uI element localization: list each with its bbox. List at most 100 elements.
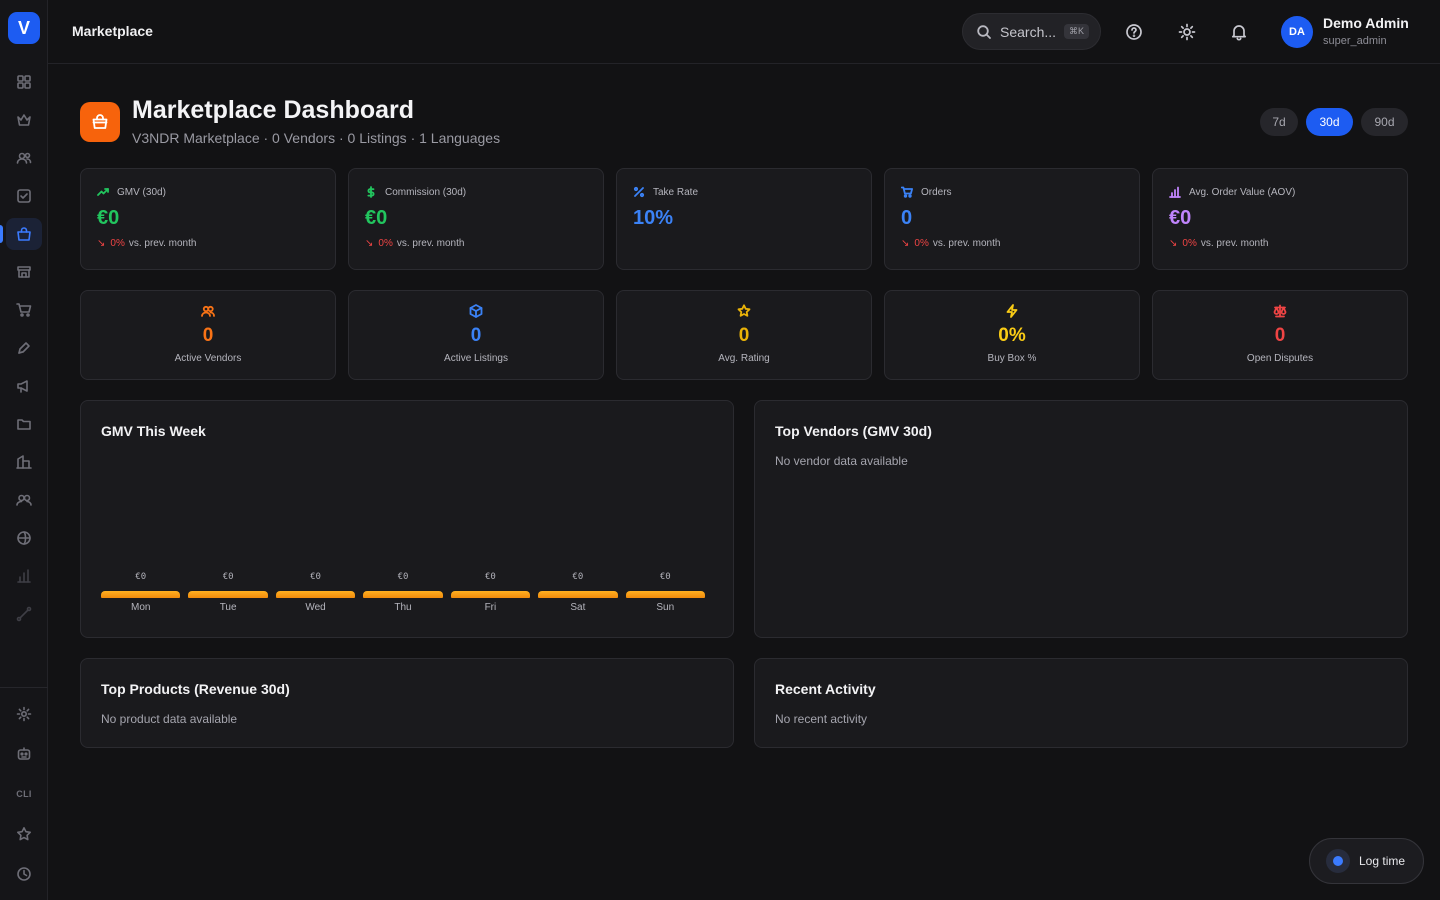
folder-icon (17, 419, 31, 430)
nav-favorites[interactable] (6, 818, 42, 850)
empty-state: No vendor data available (775, 454, 908, 468)
users-icon (201, 305, 215, 317)
app-logo[interactable]: V (8, 12, 40, 44)
robot-icon (17, 747, 31, 760)
log-time-label: Log time (1359, 854, 1406, 868)
bar-value-label: €0 (659, 572, 671, 582)
trend-down-icon: ↘ (365, 238, 374, 249)
x-tick-label: Wed (305, 602, 326, 613)
nav-marketplace[interactable] (6, 218, 42, 250)
nav-users[interactable] (6, 142, 42, 174)
kpi-label: Avg. Order Value (AOV) (1189, 186, 1296, 198)
nav-globe[interactable] (6, 522, 42, 554)
nav-files[interactable] (6, 408, 42, 440)
range-90d-button[interactable]: 90d (1361, 108, 1408, 136)
kpi-card-take-rate: Take Rate 10% (616, 168, 872, 270)
x-tick-label: Tue (219, 602, 237, 613)
grid-icon (17, 75, 31, 89)
nav-dashboard[interactable] (6, 66, 42, 98)
notifications-button[interactable] (1228, 21, 1250, 43)
sun-icon (1178, 23, 1196, 41)
search-shortcut: ⌘K (1064, 24, 1090, 39)
nav-routes[interactable] (6, 598, 42, 630)
kpi-card-orders: Orders 0 ↘ 0% vs. prev. month (884, 168, 1140, 270)
top-products-panel: Top Products (Revenue 30d) No product da… (80, 658, 734, 748)
panel-title: Top Vendors (GMV 30d) (775, 423, 932, 439)
building-icon (16, 455, 32, 469)
page-subtitle: V3NDR Marketplace · 0 Vendors · 0 Listin… (132, 130, 501, 146)
chart-bar (101, 591, 181, 598)
bar-chart-icon (17, 569, 31, 583)
nav-settings[interactable] (6, 698, 42, 730)
kpi-value: 10% (633, 207, 674, 229)
log-time-button[interactable]: Log time (1309, 838, 1424, 884)
clock-icon (17, 867, 31, 881)
nav-cli[interactable]: CLI (6, 778, 42, 810)
bell-icon (1231, 25, 1247, 41)
help-button[interactable] (1123, 21, 1145, 43)
bar-value-label: €0 (310, 572, 321, 582)
check-square-icon (17, 189, 31, 203)
nav-company[interactable] (6, 446, 42, 478)
panel-title: Top Products (Revenue 30d) (101, 681, 290, 697)
kpi-delta: 0% (1182, 238, 1197, 249)
theme-toggle-button[interactable] (1176, 21, 1198, 43)
nav-bot[interactable] (6, 738, 42, 770)
nav-store[interactable] (6, 256, 42, 288)
store-icon (17, 266, 31, 278)
user-name[interactable]: Demo Admin (1323, 15, 1409, 31)
kpi-card-commission: Commission (30d) €0 ↘ 0% vs. prev. month (348, 168, 604, 270)
kpi-delta: 0% (914, 238, 929, 249)
bar-value-label: €0 (397, 572, 409, 582)
stat-label: Avg. Rating (718, 353, 770, 364)
nav-team[interactable] (6, 484, 42, 516)
top-bar: Marketplace Search... ⌘K DA Demo Admin s… (48, 0, 1440, 64)
topbar-title: Marketplace (72, 23, 153, 39)
trend-down-icon: ↘ (97, 238, 106, 249)
stat-label: Open Disputes (1246, 353, 1314, 364)
top-vendors-panel: Top Vendors (GMV 30d) No vendor data ava… (754, 400, 1408, 638)
x-tick-label: Thu (394, 602, 412, 613)
stat-value: 0 (202, 325, 214, 346)
kpi-label: Take Rate (653, 186, 699, 198)
crown-icon (17, 114, 31, 126)
range-30d-button[interactable]: 30d (1306, 108, 1353, 136)
cart-icon (16, 303, 32, 317)
nav-crown[interactable] (6, 104, 42, 136)
avatar[interactable]: DA (1281, 16, 1313, 48)
nav-orders[interactable] (6, 294, 42, 326)
chart-bar (538, 591, 618, 598)
page-title: Marketplace Dashboard (132, 96, 415, 124)
timer-icon (1326, 849, 1350, 873)
kpi-delta-text: vs. prev. month (932, 238, 1001, 249)
nav-campaigns[interactable] (6, 370, 42, 402)
star-icon (737, 304, 751, 317)
nav-design[interactable] (6, 332, 42, 364)
trend-down-icon: ↘ (901, 238, 910, 249)
bar-value-label: €0 (135, 572, 147, 582)
stat-value: 0 (1274, 325, 1286, 346)
kpi-value: €0 (365, 207, 388, 229)
nav-history[interactable] (6, 858, 42, 890)
empty-state: No product data available (101, 712, 238, 726)
scale-icon (1273, 304, 1287, 318)
kpi-card-gmv: GMV (30d) €0 ↘ 0% vs. prev. month (80, 168, 336, 270)
kpi-delta-text: vs. prev. month (128, 238, 197, 249)
bar-chart-icon (1169, 186, 1181, 198)
range-7d-button[interactable]: 7d (1260, 108, 1298, 136)
search-icon (977, 24, 991, 39)
user-role: super_admin (1323, 35, 1387, 47)
trending-up-icon (97, 188, 109, 196)
kpi-delta: 0% (110, 238, 125, 249)
search-input[interactable]: Search... ⌘K (962, 13, 1101, 50)
kpi-label: Commission (30d) (385, 186, 467, 198)
kpi-value: 0 (901, 207, 913, 229)
active-nav-indicator (0, 225, 3, 243)
chart-bar (275, 591, 356, 598)
chart-bar (188, 591, 268, 598)
nav-tasks[interactable] (6, 180, 42, 212)
x-tick-label: Mon (130, 602, 151, 613)
stat-label: Active Vendors (174, 353, 242, 364)
kpi-card-aov: Avg. Order Value (AOV) €0 ↘ 0% vs. prev. m… (1152, 168, 1408, 270)
nav-analytics[interactable] (6, 560, 42, 592)
